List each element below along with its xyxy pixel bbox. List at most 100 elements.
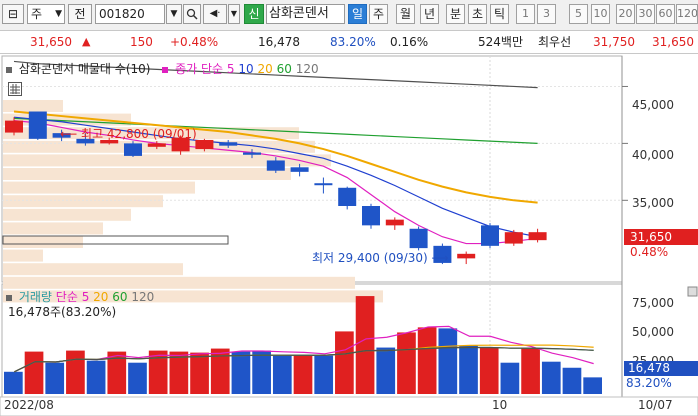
candle-body <box>5 120 23 133</box>
current-volume-tag: 16,478 <box>624 361 698 376</box>
close-icon[interactable] <box>687 286 698 297</box>
vol-ma-20-label: 20 <box>93 290 109 304</box>
ma-10-label: 10 <box>238 62 254 76</box>
volume-bar <box>397 332 416 394</box>
volume-bar <box>479 347 499 394</box>
volume-ma-title: 단순 <box>55 290 78 304</box>
quote-bar: 31,650 ▲ 150 +0.48% 16,478 83.20% 0.16% … <box>0 31 698 54</box>
interval-5-button[interactable]: 5 <box>569 4 588 24</box>
search-icon[interactable] <box>183 4 201 24</box>
volume-bar <box>169 351 189 394</box>
volume-ratio: 83.20% <box>330 35 376 49</box>
best-ask-2: 31,650 <box>652 35 694 49</box>
candle-body <box>28 111 47 139</box>
price-axis-35000: 35,000 <box>632 196 674 210</box>
volume-bar <box>4 371 23 394</box>
candle-body <box>147 143 166 147</box>
interval-10-button[interactable]: 10 <box>591 4 610 24</box>
left-arrow-icon: ⟵ <box>60 127 78 141</box>
turnover-rate: 0.16% <box>390 35 429 49</box>
period-year-tab[interactable]: 년 <box>420 4 439 24</box>
volume-profile-bar <box>3 100 63 112</box>
stock-type-select[interactable]: 주 ▼ <box>27 4 65 24</box>
candle-body <box>124 143 142 156</box>
stock-name-field[interactable]: 삼화콘덴서 <box>266 4 345 24</box>
volume-profile-bar <box>3 208 131 221</box>
interval-60-button[interactable]: 60 <box>656 4 675 24</box>
interval-120-button[interactable]: 120 <box>676 4 698 24</box>
high-price-text: 최고 42,800 (09/01) <box>81 127 197 141</box>
grid-table-icon[interactable] <box>8 82 22 96</box>
volume-bar <box>272 355 292 394</box>
volume-bar <box>314 355 334 394</box>
trade-amount: 524백만 <box>478 35 523 49</box>
interval-30-button[interactable]: 30 <box>636 4 655 24</box>
volume-bar <box>417 327 437 394</box>
period-week-tab[interactable]: 주 <box>369 4 388 24</box>
best-ask-label: 최우선 <box>538 35 572 49</box>
high-price-label: ⟵ 최고 42,800 (09/01) <box>60 125 197 142</box>
volume-bar <box>190 352 209 394</box>
candle-body <box>457 253 476 259</box>
stock-code-input[interactable]: 001820 <box>95 4 165 24</box>
candle-body <box>219 142 238 146</box>
price-panel-header: 삼화콘덴서 매물대 수(10) 종가 단순 5 10 20 60 120 <box>6 60 319 77</box>
new-stock-badge[interactable]: 신 <box>244 4 264 24</box>
period-minute-tab[interactable]: 분 <box>446 4 465 24</box>
volume-profile-bar <box>3 249 43 262</box>
volume-bar <box>541 361 561 394</box>
prev-button[interactable]: 전 <box>68 4 92 24</box>
chevron-down-icon: ▼ <box>55 9 62 19</box>
period-tick-tab[interactable]: 틱 <box>490 4 509 24</box>
interval-1-button[interactable]: 1 <box>516 4 535 24</box>
current-pct-tag: 0.48% <box>630 245 669 259</box>
code-dropdown-icon[interactable]: ▼ <box>166 4 182 24</box>
volume-profile-bar <box>3 195 163 208</box>
volume-bar <box>376 347 396 394</box>
candle-body <box>385 219 404 226</box>
volume-profile-bar <box>3 140 315 153</box>
period-second-tab[interactable]: 초 <box>468 4 487 24</box>
volume-bar <box>231 351 251 394</box>
date-mid: 10 <box>492 398 508 412</box>
volume-bar <box>335 331 354 394</box>
volume-bar <box>562 367 582 394</box>
stock-code-value: 001820 <box>99 7 145 21</box>
volume-bar <box>24 351 44 394</box>
period-month-tab[interactable]: 월 <box>396 4 415 24</box>
volume-axis-75000: 75,000 <box>632 296 674 310</box>
period-day-tab[interactable]: 일 <box>348 4 367 24</box>
vol-ma-5-label: 5 <box>81 290 90 304</box>
window-menu-icon[interactable]: ⊟ <box>2 4 24 24</box>
candle-body <box>314 183 333 186</box>
candle-body <box>266 160 285 171</box>
interval-3-button[interactable]: 3 <box>537 4 556 24</box>
volume-profile-bar <box>3 168 291 180</box>
volume-bar <box>45 362 65 394</box>
volume-profile-bar <box>3 276 355 289</box>
date-start: 2022/08 <box>4 398 54 412</box>
volume-bar <box>355 296 375 394</box>
interval-20-button[interactable]: 20 <box>616 4 635 24</box>
candle-body <box>409 228 428 249</box>
speaker-icon[interactable]: ◀· <box>203 4 227 24</box>
speaker-dropdown-icon[interactable]: ▼ <box>228 4 240 24</box>
current-price: 31,650 <box>30 35 72 49</box>
volume-bar <box>521 348 540 394</box>
candle-body <box>243 152 261 155</box>
volume-info: 16,478주(83.20%) <box>8 305 117 319</box>
toolbar: ⊟ 주 ▼ 전 001820 ▼ ◀· ▼ 신 삼화콘덴서 일 주 월 년 분 … <box>0 0 698 31</box>
volume-axis-50000: 50,000 <box>632 325 674 339</box>
stock-chart[interactable] <box>0 54 698 416</box>
volume-bar <box>438 328 458 394</box>
volume-bar <box>459 345 478 394</box>
price-change: 150 <box>130 35 153 49</box>
candle-body <box>504 232 523 244</box>
price-axis-40000: 40,000 <box>632 148 674 162</box>
ma-5-label: 5 <box>226 62 235 76</box>
volume-profile-bar <box>3 222 103 235</box>
date-end: 10/07 <box>638 398 673 412</box>
date-axis-bar <box>0 396 698 416</box>
candle-body <box>528 232 547 241</box>
volume-bar <box>252 350 271 394</box>
